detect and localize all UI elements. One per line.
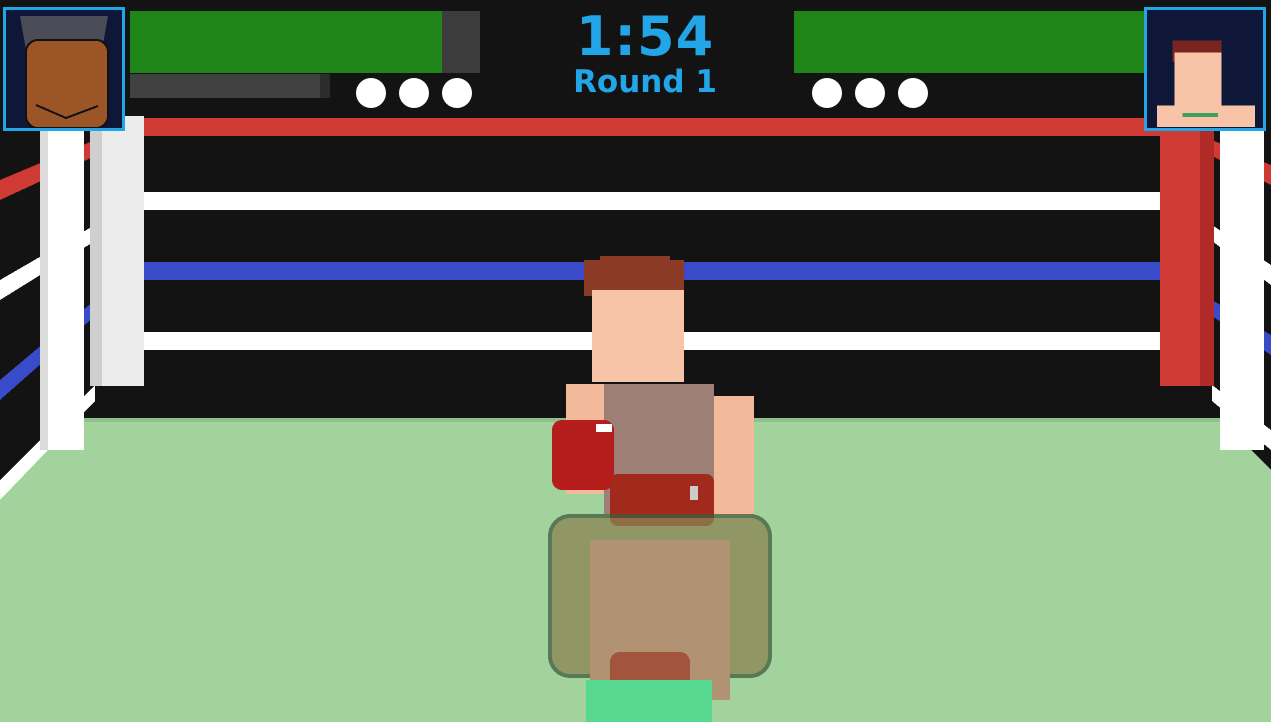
player-portrait xyxy=(3,7,125,131)
opponent-health-bar xyxy=(794,11,1144,73)
rope-top-red xyxy=(120,118,1180,136)
dark-skinned-boxer-portrait-icon xyxy=(6,10,122,128)
left-corner-post xyxy=(90,116,144,386)
brown-haired-boxer-portrait-icon xyxy=(1147,11,1263,128)
round-label: Round 1 xyxy=(573,64,717,100)
right-corner-post xyxy=(1160,118,1214,386)
player-knockdown-tokens xyxy=(356,78,472,108)
player-knockdown-token xyxy=(442,78,472,108)
opponent-knockdown-token xyxy=(855,78,885,108)
opponent-knockdown-tokens xyxy=(812,78,928,108)
player-knockdown-token xyxy=(399,78,429,108)
player-knockdown-token xyxy=(356,78,386,108)
round-timer: 1:54 xyxy=(575,5,715,68)
opponent-knockdown-token xyxy=(812,78,842,108)
player-health-fill xyxy=(130,11,442,73)
right-side-ropes xyxy=(1212,130,1271,450)
opponent-portrait xyxy=(1144,7,1266,131)
rope-white-upper xyxy=(140,192,1170,210)
player-stamina-fill xyxy=(130,74,320,98)
player-health-bar xyxy=(130,11,480,73)
player-stamina-bar xyxy=(130,74,330,98)
opponent-health-fill xyxy=(794,11,1144,73)
opponent-knockdown-token xyxy=(898,78,928,108)
hud: 1:54 Round 1 xyxy=(0,0,1271,131)
